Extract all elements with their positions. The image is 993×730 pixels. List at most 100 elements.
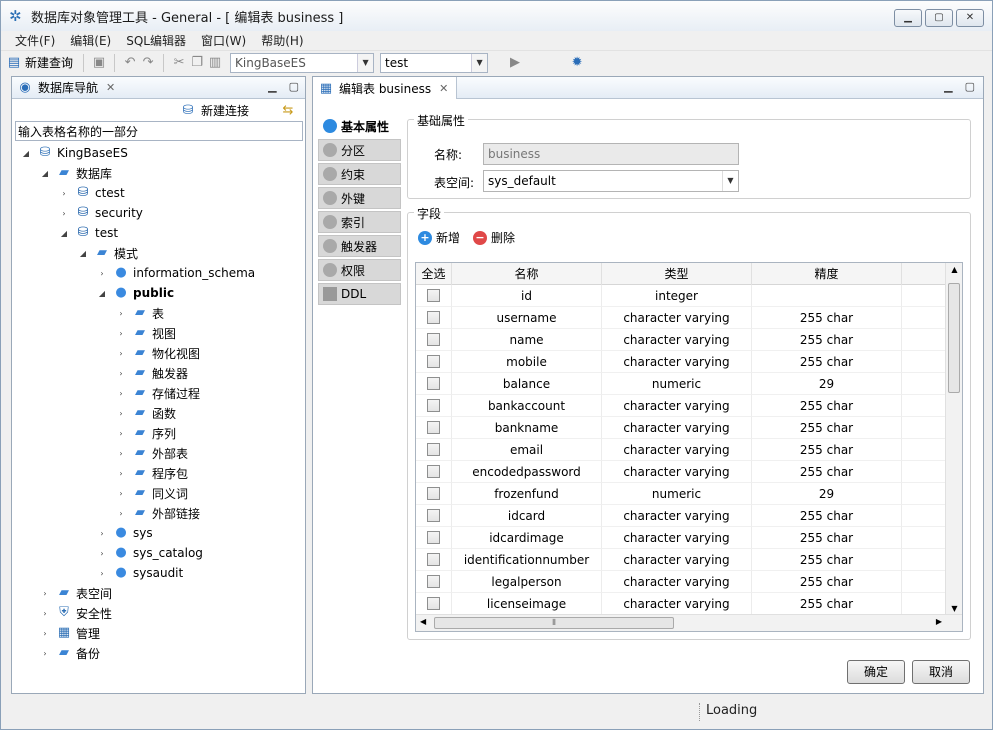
scroll-left-icon[interactable]: ◀ [420,617,426,626]
table-row[interactable]: idcard character varying 255 char [416,505,947,527]
tree-item[interactable]: ◢ ● public [96,283,174,303]
cut-icon[interactable]: ✂ [170,55,188,70]
maximize-button[interactable]: ▢ [925,9,953,27]
row-checkbox[interactable] [427,289,440,302]
new-query-button[interactable]: ▤ 新建查询 [1,53,77,73]
field-name-cell[interactable]: id [452,285,602,307]
collapsed-arrow-icon[interactable]: › [115,309,127,318]
row-checkbox[interactable] [427,443,440,456]
paste-icon[interactable]: ▥ [206,55,224,70]
close-icon[interactable]: ✕ [439,82,448,95]
link-sync-icon[interactable]: ⇆ [279,103,297,118]
menu-help[interactable]: 帮助(H) [251,32,308,49]
expanded-arrow-icon[interactable]: ◢ [96,289,108,298]
row-checkbox[interactable] [427,355,440,368]
row-checkbox[interactable] [427,553,440,566]
tree-item[interactable]: › ▰ 触发器 [115,363,188,383]
field-precision-cell[interactable]: 255 char [752,329,902,351]
expanded-arrow-icon[interactable]: ◢ [39,169,51,178]
row-checkbox[interactable] [427,377,440,390]
table-row[interactable]: balance numeric 29 [416,373,947,395]
tree-item[interactable]: › ▰ 表 [115,303,164,323]
tab-indexes[interactable]: 索引 [318,211,401,233]
row-checkbox[interactable] [427,333,440,346]
table-filter-input[interactable] [15,121,303,141]
row-checkbox[interactable] [427,597,440,610]
tree-item[interactable]: › ▰ 存储过程 [115,383,200,403]
field-type-cell[interactable]: character varying [602,417,752,439]
table-row[interactable]: name character varying 255 char [416,329,947,351]
table-row[interactable]: email character varying 255 char [416,439,947,461]
menu-file[interactable]: 文件(F) [5,32,60,49]
tree-item[interactable]: › ▰ 同义词 [115,483,188,503]
collapsed-arrow-icon[interactable]: › [115,449,127,458]
collapsed-arrow-icon[interactable]: › [58,189,70,198]
collapsed-arrow-icon[interactable]: › [96,569,108,578]
tree-item[interactable]: › ● information_schema [96,263,255,283]
schema-combo[interactable]: test ▼ [380,52,489,73]
row-checkbox[interactable] [427,531,440,544]
maximize-panel-icon[interactable]: ▢ [965,80,975,93]
tree-item[interactable]: › ▰ 函数 [115,403,176,423]
editor-tab-business[interactable]: ▦ 编辑表 business ✕ [313,77,458,99]
tree-item[interactable]: › ⛁ security [58,203,143,223]
cancel-button[interactable]: 取消 [912,660,970,684]
row-checkbox[interactable] [427,575,440,588]
collapsed-arrow-icon[interactable]: › [39,609,51,618]
collapsed-arrow-icon[interactable]: › [115,369,127,378]
table-row[interactable]: bankaccount character varying 255 char [416,395,947,417]
collapsed-arrow-icon[interactable]: › [96,549,108,558]
field-type-cell[interactable]: character varying [602,307,752,329]
scroll-up-icon[interactable]: ▲ [946,265,962,274]
field-type-cell[interactable]: character varying [602,439,752,461]
field-name-cell[interactable]: mobile [452,351,602,373]
table-name-field[interactable]: business [483,143,739,165]
tab-foreign-keys[interactable]: 外键 [318,187,401,209]
field-precision-cell[interactable]: 255 char [752,505,902,527]
expanded-arrow-icon[interactable]: ◢ [58,229,70,238]
table-row[interactable]: encodedpassword character varying 255 char [416,461,947,483]
undo-icon[interactable]: ↶ [121,55,139,70]
field-precision-cell[interactable]: 255 char [752,461,902,483]
field-precision-cell[interactable]: 255 char [752,593,902,615]
tablespace-select[interactable]: sys_default ▼ [483,170,739,192]
tab-triggers[interactable]: 触发器 [318,235,401,257]
collapsed-arrow-icon[interactable]: › [115,509,127,518]
save-icon[interactable]: ▣ [90,55,108,70]
tree-item[interactable]: › ▰ 外部表 [115,443,188,463]
copy-icon[interactable]: ❐ [188,55,206,70]
database-combo[interactable]: KingBaseES ▼ [230,52,375,73]
tab-constraints[interactable]: 约束 [318,163,401,185]
tree-item[interactable]: › ⛨ 安全性 [39,603,112,623]
field-type-cell[interactable]: character varying [602,505,752,527]
field-type-cell[interactable]: character varying [602,593,752,615]
collapsed-arrow-icon[interactable]: › [115,329,127,338]
field-type-cell[interactable]: character varying [602,395,752,417]
menu-sql-editor[interactable]: SQL编辑器 [116,32,191,49]
field-precision-cell[interactable]: 255 char [752,417,902,439]
scroll-thumb[interactable]: ⦀ [434,617,674,629]
tree-item[interactable]: › ▰ 外部链接 [115,503,200,523]
debug-bug-icon[interactable]: ✹ [568,55,586,70]
col-name[interactable]: 名称 [452,263,602,285]
collapsed-arrow-icon[interactable]: › [115,349,127,358]
table-row[interactable]: mobile character varying 255 char [416,351,947,373]
minimize-panel-icon[interactable]: ▁ [268,80,276,93]
collapsed-arrow-icon[interactable]: › [115,429,127,438]
field-name-cell[interactable]: frozenfund [452,483,602,505]
tree-item[interactable]: › ▦ 管理 [39,623,100,643]
field-name-cell[interactable]: username [452,307,602,329]
tree-item[interactable]: ◢ ▰ 模式 [77,243,138,263]
field-precision-cell[interactable]: 255 char [752,571,902,593]
field-precision-cell[interactable]: 255 char [752,395,902,417]
row-checkbox[interactable] [427,509,440,522]
field-precision-cell[interactable]: 255 char [752,527,902,549]
field-name-cell[interactable]: legalperson [452,571,602,593]
field-precision-cell[interactable]: 255 char [752,439,902,461]
collapsed-arrow-icon[interactable]: › [115,489,127,498]
tree-item[interactable]: › ⛁ ctest [58,183,124,203]
tab-partition[interactable]: 分区 [318,139,401,161]
tree-item[interactable]: ◢ ⛁ KingBaseES [20,143,128,163]
new-connection-button[interactable]: 新建连接 [201,102,249,119]
redo-icon[interactable]: ↷ [139,55,157,70]
